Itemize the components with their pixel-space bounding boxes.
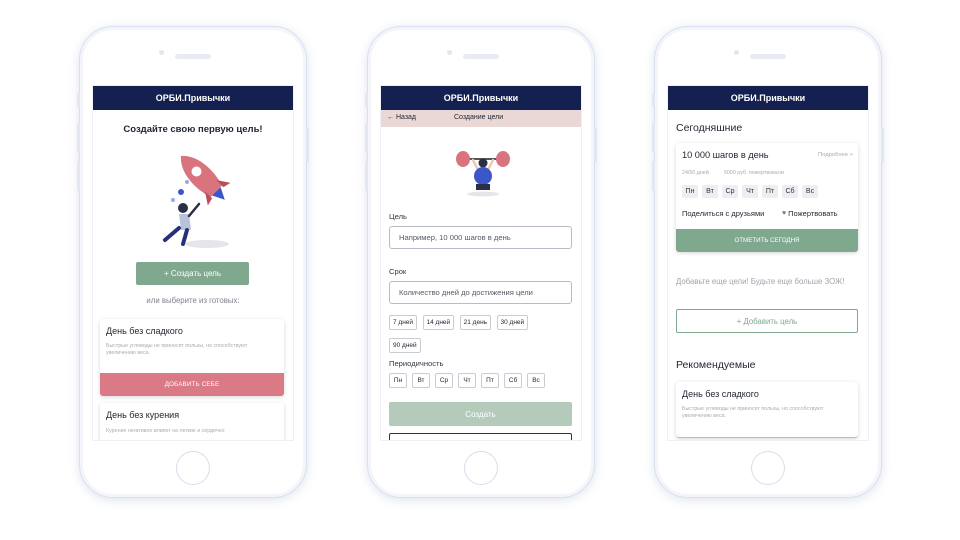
goal-input[interactable]: Например, 10 000 шагов в день [389, 226, 572, 249]
term-chip[interactable]: 7 дней [389, 315, 418, 330]
mark-today-label: ОТМЕТИТЬ СЕГОДНЯ [734, 237, 800, 244]
day-chip[interactable]: Вс [527, 373, 545, 388]
home-button[interactable] [464, 451, 498, 485]
screen-first-goal: ОРБИ.Привычки Создайте свою первую цель!… [92, 85, 294, 441]
share-link[interactable]: Поделиться с друзьями [682, 209, 764, 218]
more-link[interactable]: Подробнее > [818, 152, 853, 158]
create-button-label: Создать [465, 409, 496, 419]
day-chip: Вс [802, 185, 818, 198]
subheader-title: Создание цели [454, 114, 504, 121]
habit-card[interactable]: День без сладкого Быстрые углеводы не пр… [100, 319, 284, 396]
phone-frame-1: ОРБИ.Привычки Создайте свою первую цель!… [77, 26, 309, 498]
back-link[interactable]: ← Назад [387, 114, 416, 121]
day-chip[interactable]: Сб [504, 373, 522, 388]
app-title: ОРБИ.Привычки [443, 93, 519, 103]
day-chip: Ср [722, 185, 738, 198]
home-button[interactable] [751, 451, 785, 485]
goal-placeholder: Например, 10 000 шагов в день [399, 233, 511, 242]
or-choose-text: или выберите из готовых: [146, 296, 240, 305]
speaker [175, 54, 211, 59]
goal-progress: 24/50 дней [682, 170, 709, 176]
speaker [463, 54, 499, 59]
heart-icon: ♥ [782, 210, 787, 217]
page-title: Создайте свою первую цель! [123, 124, 263, 135]
habit-card-description: Курение негативно влияет на легкие и сер… [106, 428, 225, 434]
screen-today: ОРБИ.Привычки Сегодняшние 10 000 шагов в… [667, 85, 869, 441]
day-chip: Пт [762, 185, 778, 198]
create-button[interactable]: Создать [389, 402, 572, 426]
day-chip: Чт [742, 185, 758, 198]
goal-days: Пн Вт Ср Чт Пт Сб Вс [682, 185, 818, 198]
app-title: ОРБИ.Привычки [155, 93, 231, 103]
add-goal-button[interactable]: + Добавить цель [676, 309, 858, 333]
screen-create-goal: ОРБИ.Привычки ← Назад Создание цели Цель… [380, 85, 582, 441]
day-chip: Пн [682, 185, 698, 198]
donate-label: Пожертвовать [788, 209, 838, 218]
term-chip[interactable]: 14 дней [422, 315, 455, 330]
app-title: ОРБИ.Привычки [730, 93, 806, 103]
day-chip: Сб [782, 185, 798, 198]
phone-frame-2: ОРБИ.Привычки ← Назад Создание цели Цель… [365, 26, 597, 498]
period-label: Периодичность [389, 359, 444, 368]
secondary-button[interactable] [389, 433, 572, 440]
day-chip[interactable]: Ср [435, 373, 453, 388]
weightlifter-illustration [456, 151, 510, 197]
habit-card[interactable]: День без курения Курение негативно влияе… [100, 403, 284, 440]
goal-donated: 5000 руб. пожертвовали [724, 170, 784, 176]
term-chip[interactable]: 90 дней [389, 338, 421, 353]
home-button[interactable] [176, 451, 210, 485]
goal-label: Цель [389, 212, 407, 221]
day-chip[interactable]: Пт [481, 373, 499, 388]
rocket-illustration [163, 155, 231, 248]
add-more-text: Добавьте еще цели! Будьте еще больше ЗОЖ… [676, 277, 845, 286]
section-title-recommended: Рекомендуемые [676, 359, 756, 371]
app-header: ОРБИ.Привычки [381, 86, 581, 110]
add-to-me-label: ДОБАВИТЬ СЕБЕ [164, 381, 220, 388]
create-goal-button[interactable]: + Создать цель [136, 262, 249, 285]
term-input[interactable]: Количество дней до достижения цели [389, 281, 572, 304]
add-goal-label: + Добавить цель [736, 316, 798, 326]
day-chip: Вт [702, 185, 718, 198]
mark-today-button[interactable]: ОТМЕТИТЬ СЕГОДНЯ [676, 229, 858, 252]
habit-card-description: Быстрые углеводы не приносят пользы, но … [106, 343, 248, 356]
speaker [750, 54, 786, 59]
term-chips: 7 дней 14 дней 21 день 30 дней 90 дней [389, 311, 559, 357]
habit-card-title: День без курения [106, 410, 180, 420]
term-chip[interactable]: 21 день [459, 315, 492, 330]
day-chip[interactable]: Чт [458, 373, 476, 388]
create-goal-label: + Создать цель [163, 269, 222, 278]
app-header: ОРБИ.Привычки [93, 86, 293, 110]
day-chip[interactable]: Вт [412, 373, 430, 388]
term-chip[interactable]: 30 дней [496, 315, 529, 330]
term-placeholder: Количество дней до достижения цели [399, 288, 533, 297]
day-chip[interactable]: Пн [389, 373, 407, 388]
app-header: ОРБИ.Привычки [668, 86, 868, 110]
recommended-description: Быстрые углеводы не приносят пользы, но … [682, 406, 824, 419]
recommended-card[interactable]: День без сладкого Быстрые углеводы не пр… [676, 382, 858, 438]
phone-frame-3: ОРБИ.Привычки Сегодняшние 10 000 шагов в… [652, 26, 884, 498]
add-to-me-button[interactable]: ДОБАВИТЬ СЕБЕ [100, 373, 284, 396]
habit-card-title: День без сладкого [106, 326, 183, 336]
period-days: Пн Вт Ср Чт Пт Сб Вс [389, 373, 579, 388]
goal-title: 10 000 шагов в день [682, 150, 769, 160]
term-label: Срок [389, 267, 407, 276]
recommended-title: День без сладкого [682, 389, 759, 399]
donate-link[interactable]: ♥ Пожертвовать [782, 209, 838, 218]
goal-card[interactable]: 10 000 шагов в день Подробнее > 24/50 дн… [676, 143, 858, 252]
subheader: ← Назад Создание цели [381, 110, 581, 127]
section-title-today: Сегодняшние [676, 122, 743, 134]
